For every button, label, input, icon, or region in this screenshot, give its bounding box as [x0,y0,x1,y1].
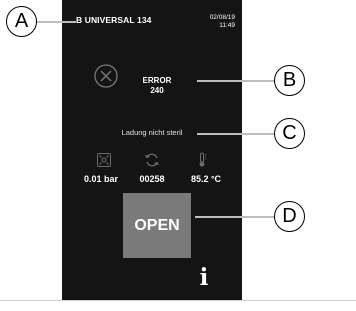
documentation-figure: B UNIVERSAL 134 02/08/19 11:49 ERROR 240… [0,0,356,311]
callout-a: A [6,6,37,37]
date-display: 02/08/19 [209,14,235,21]
callout-c: C [274,118,305,149]
callout-b-leader [197,80,275,82]
error-x-circle-icon [94,64,118,88]
pressure-icon [97,153,111,167]
cycle-counter-icon [144,153,160,167]
divider [0,300,356,301]
device-screen: B UNIVERSAL 134 02/08/19 11:49 ERROR 240… [62,0,242,300]
device-name: B UNIVERSAL 134 [76,15,152,25]
callout-c-leader [197,133,275,135]
callout-b: B [274,65,305,96]
pressure-value: 0.01 bar [83,174,119,184]
error-code: 240 [150,86,164,95]
thermometer-icon [199,152,207,167]
time-display: 11:49 [219,22,235,29]
error-title: ERROR [142,76,172,85]
callout-a-leader [36,21,76,23]
callout-d-leader [195,216,275,218]
info-icon[interactable]: i [194,265,214,291]
callout-d: D [274,201,305,232]
temperature-value: 85.2 °C [190,174,222,184]
cycle-counter-value: 00258 [139,174,165,184]
open-button[interactable]: OPEN [123,193,191,258]
